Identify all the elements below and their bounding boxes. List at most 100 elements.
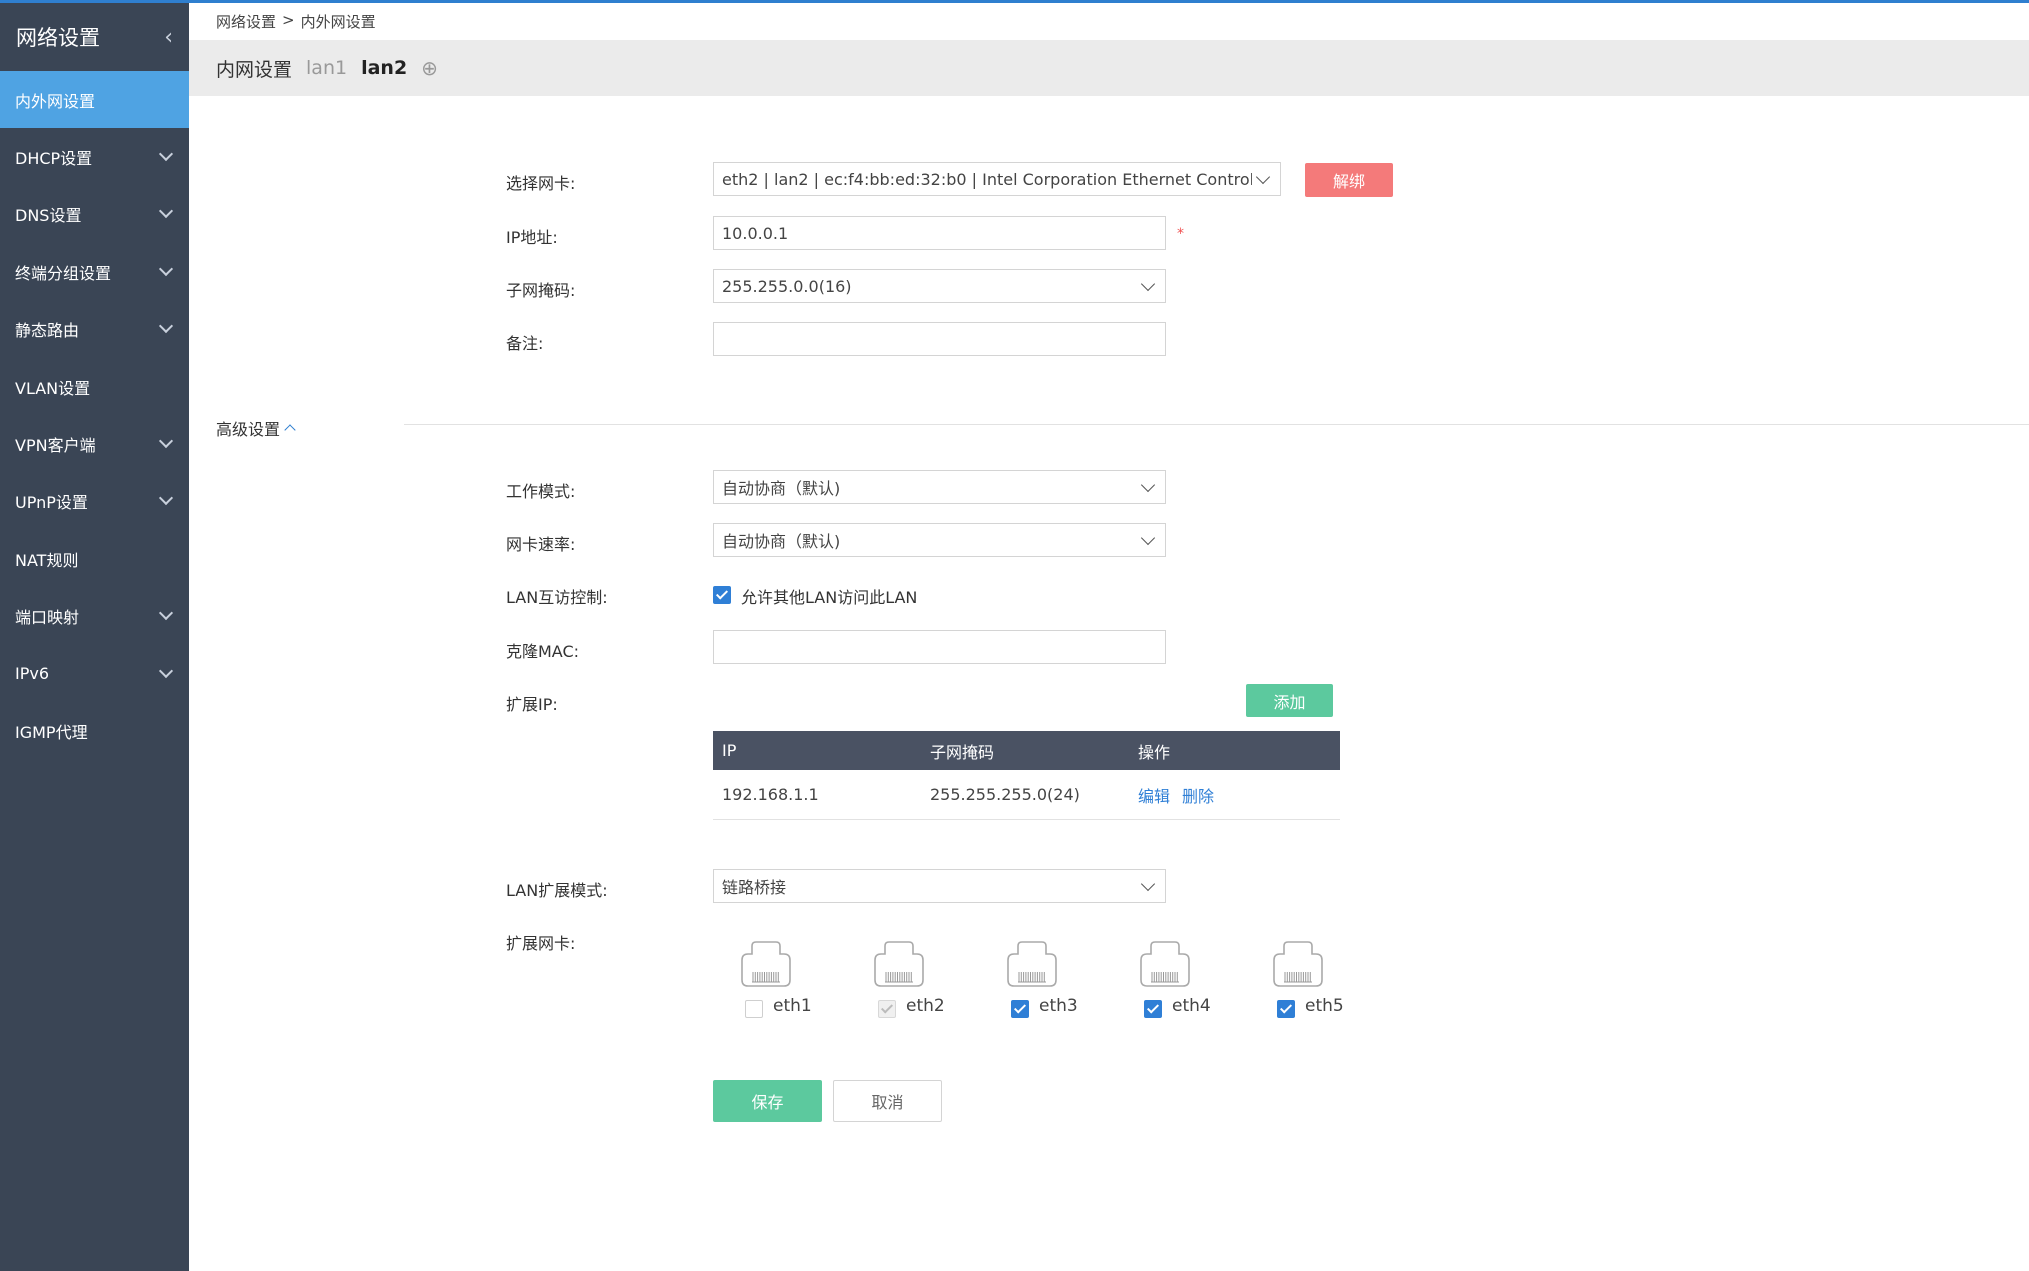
- ext-ip-label: 扩展IP:: [506, 695, 558, 714]
- lan-access-checkbox-label: 允许其他LAN访问此LAN: [741, 588, 918, 607]
- sidebar-item[interactable]: VPN客户端: [0, 415, 189, 472]
- sidebar-item[interactable]: 静态路由: [0, 301, 189, 358]
- port-checkbox[interactable]: [745, 1000, 763, 1018]
- sidebar-item-label: DHCP设置: [15, 149, 93, 169]
- mask-select[interactable]: 255.255.0.0(16): [713, 269, 1166, 303]
- remark-label: 备注:: [506, 334, 544, 353]
- sidebar-item[interactable]: IGMP代理: [0, 702, 189, 759]
- th-action: 操作: [1138, 742, 1171, 762]
- sidebar-item[interactable]: UPnP设置: [0, 473, 189, 530]
- save-button[interactable]: 保存: [713, 1080, 822, 1122]
- divider: [404, 424, 2029, 425]
- chevron-down-icon: [158, 433, 174, 449]
- collapse-icon[interactable]: ‹: [164, 25, 173, 50]
- tab-bar: 内网设置 lan1 lan2 ⊕: [189, 40, 2029, 96]
- ethernet-port-icon: [1004, 940, 1060, 988]
- chevron-down-icon: [158, 319, 174, 334]
- sidebar-item[interactable]: IPv6: [0, 645, 189, 702]
- sidebar-item-label: IGMP代理: [15, 722, 88, 742]
- table-row: 192.168.1.1 255.255.255.0(24) 编辑 删除: [713, 770, 1340, 820]
- lan-access-checkbox[interactable]: [713, 586, 731, 604]
- clone-mac-label: 克隆MAC:: [506, 642, 580, 661]
- sidebar-item-label: IPv6: [15, 664, 50, 684]
- chevron-down-icon: [158, 606, 174, 621]
- mask-label: 子网掩码:: [506, 281, 576, 300]
- lan-ext-mode-select[interactable]: 链路桥接: [713, 869, 1166, 903]
- sidebar-item-label: NAT规则: [15, 550, 79, 570]
- remark-input[interactable]: [713, 322, 1166, 356]
- port-label: eth1: [773, 996, 812, 1016]
- ext-nic-label: 扩展网卡:: [506, 934, 576, 953]
- advanced-toggle[interactable]: 高级设置: [216, 416, 296, 440]
- chevron-down-icon: [1255, 169, 1271, 185]
- port-checkbox[interactable]: [1144, 1000, 1162, 1018]
- chevron-down-icon: [1140, 530, 1156, 546]
- work-mode-value: 自动协商（默认): [722, 479, 841, 498]
- nic-label: 选择网卡:: [506, 174, 576, 193]
- sidebar-item[interactable]: 终端分组设置: [0, 243, 189, 300]
- sidebar-item[interactable]: 端口映射: [0, 588, 189, 645]
- ip-input[interactable]: 10.0.0.1: [713, 216, 1166, 250]
- lan-ext-mode-value: 链路桥接: [722, 878, 787, 897]
- lan-access-label: LAN互访控制:: [506, 588, 608, 607]
- sidebar-item-label: 静态路由: [15, 321, 80, 341]
- unbind-button[interactable]: 解绑: [1305, 163, 1393, 197]
- nic-speed-select[interactable]: 自动协商（默认): [713, 523, 1166, 557]
- breadcrumb-separator: >: [282, 11, 295, 29]
- ethernet-port-icon: [738, 940, 794, 988]
- port-checkbox[interactable]: [1011, 1000, 1029, 1018]
- ext-ip-table: IP 子网掩码 操作 192.168.1.1 255.255.255.0(24)…: [713, 731, 1340, 820]
- cell-mask: 255.255.255.0(24): [930, 785, 1080, 804]
- breadcrumb-parent[interactable]: 网络设置: [216, 11, 276, 32]
- sidebar-item[interactable]: DHCP设置: [0, 128, 189, 185]
- th-mask: 子网掩码: [930, 742, 995, 762]
- add-button[interactable]: 添加: [1246, 684, 1333, 717]
- sidebar-item-label: 终端分组设置: [15, 263, 112, 283]
- sidebar-item[interactable]: DNS设置: [0, 186, 189, 243]
- sidebar-title: 网络设置: [16, 26, 100, 50]
- chevron-down-icon: [1140, 876, 1156, 892]
- tab-lan1[interactable]: lan1: [306, 57, 347, 79]
- sidebar-header: 网络设置 ‹: [0, 3, 189, 71]
- ethernet-port-icon: [1137, 940, 1193, 988]
- port-label: eth5: [1305, 996, 1344, 1016]
- tab-lan2[interactable]: lan2: [361, 57, 407, 79]
- sidebar: 网络设置 ‹ 内外网设置 DHCP设置 DNS设置终端分组设置 静态路由 VLAN设置 V…: [0, 0, 189, 1271]
- add-tab-icon[interactable]: ⊕: [421, 56, 438, 80]
- th-ip: IP: [722, 741, 737, 760]
- chevron-down-icon: [1140, 276, 1156, 292]
- work-mode-select[interactable]: 自动协商（默认): [713, 470, 1166, 504]
- required-mark: *: [1177, 226, 1184, 242]
- sidebar-item-label: VLAN设置: [15, 378, 91, 398]
- lan-ext-mode-label: LAN扩展模式:: [506, 881, 608, 900]
- port-label: eth3: [1039, 996, 1078, 1016]
- cancel-button[interactable]: 取消: [833, 1080, 942, 1122]
- sidebar-item[interactable]: 内外网设置: [0, 71, 189, 129]
- ethernet-port-icon: [1270, 940, 1326, 988]
- ethernet-port-icon: [871, 940, 927, 988]
- tab-bar-title: 内网设置: [216, 58, 293, 81]
- port-label: eth2: [906, 996, 945, 1016]
- table-header: IP 子网掩码 操作: [713, 731, 1340, 770]
- edit-link[interactable]: 编辑: [1138, 783, 1170, 807]
- breadcrumb: 网络设置 > 内外网设置: [216, 11, 376, 32]
- nic-select[interactable]: eth2 | lan2 | ec:f4:bb:ed:32:b0 | Intel …: [713, 162, 1281, 196]
- chevron-up-icon: [284, 424, 296, 436]
- clone-mac-input[interactable]: [713, 630, 1166, 664]
- chevron-down-icon: [158, 261, 174, 276]
- port-checkbox[interactable]: [1277, 1000, 1295, 1018]
- cell-ip: 192.168.1.1: [722, 785, 819, 804]
- port-label: eth4: [1172, 996, 1211, 1016]
- sidebar-item-label: DNS设置: [15, 206, 82, 226]
- ip-label: IP地址:: [506, 228, 558, 247]
- sidebar-item[interactable]: VLAN设置: [0, 358, 189, 415]
- port-checkbox: [878, 1000, 896, 1018]
- work-mode-label: 工作模式:: [506, 482, 576, 501]
- sidebar-item-label: 端口映射: [15, 608, 80, 628]
- delete-link[interactable]: 删除: [1182, 783, 1214, 807]
- sidebar-nav: 内外网设置 DHCP设置 DNS设置终端分组设置 静态路由 VLAN设置 VPN客户端 UP…: [0, 71, 189, 760]
- cell-actions: 编辑 删除: [1129, 783, 1340, 807]
- chevron-down-icon: [1140, 477, 1156, 493]
- sidebar-item[interactable]: NAT规则: [0, 530, 189, 587]
- mask-select-value: 255.255.0.0(16): [722, 276, 852, 296]
